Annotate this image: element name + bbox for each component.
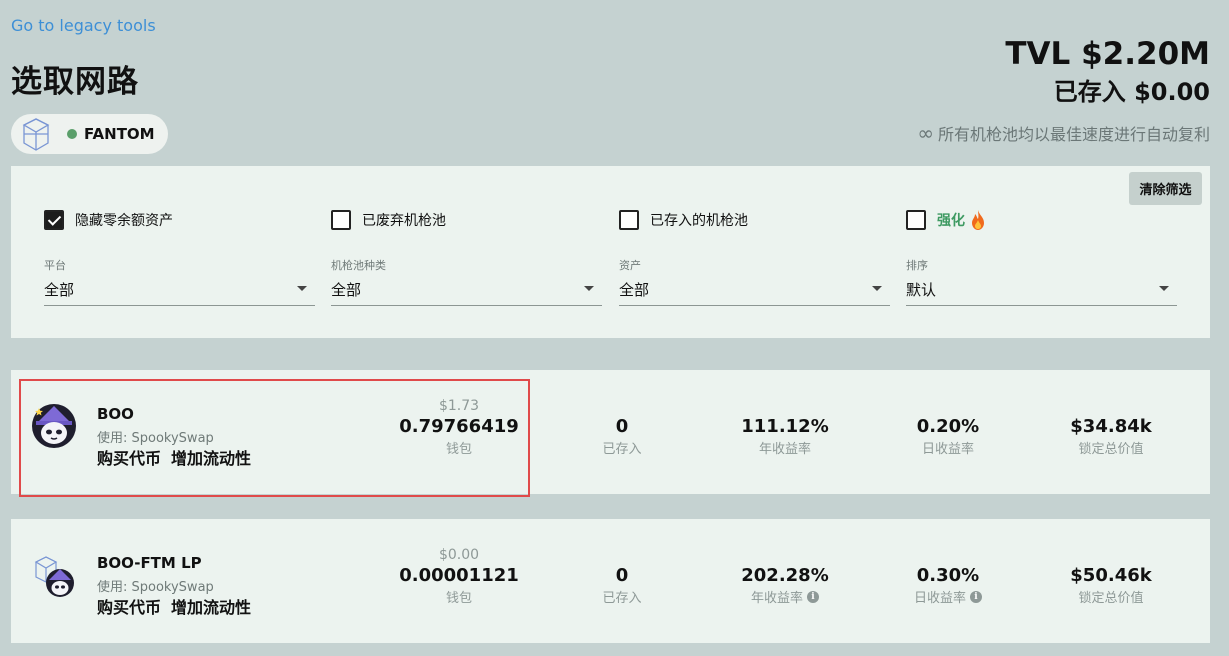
tvl-label: 锁定总价值 [1078, 442, 1144, 457]
deposited-value: 0 [615, 416, 629, 437]
apy-value: 111.12% [741, 416, 829, 437]
vault-card-boo-ftm-lp[interactable]: BOO-FTM LP 使用: SpookySwap 购买代币 增加流动性 $0.… [11, 519, 1210, 643]
fantom-logo-icon [22, 118, 50, 151]
select-value[interactable]: 全部 [619, 279, 649, 300]
daily-label: 日收益率 [921, 442, 974, 457]
buy-token-link[interactable]: 购买代币 [97, 594, 161, 618]
tvl-stat: $50.46k 锁定总价值 [1041, 547, 1181, 606]
checkbox-label: 已存入的机枪池 [650, 213, 748, 229]
chevron-down-icon[interactable] [872, 286, 882, 291]
deposited-stat: 0 已存入 [552, 547, 692, 606]
vault-name: BOO-FTM LP [97, 554, 202, 572]
select-label: 机枪池种类 [331, 259, 386, 272]
network-status-dot [67, 129, 77, 139]
tvl-value: $50.46k [1070, 565, 1152, 586]
checkbox-box[interactable] [619, 210, 639, 230]
infinity-icon: ∞ [917, 121, 934, 145]
info-icon[interactable]: i [807, 590, 819, 603]
page-title: 选取网路 [11, 64, 139, 100]
tvl-total: TVL $2.20M [1005, 36, 1210, 72]
apy-value: 202.28% [741, 565, 829, 586]
daily-label: 日收益率 [913, 591, 966, 606]
checkbox-label: 强化 [937, 213, 965, 229]
daily-stat: 0.20% 日收益率 [878, 398, 1018, 457]
deposited-label: 已存入 [602, 442, 642, 457]
chevron-down-icon[interactable] [1159, 286, 1169, 291]
network-selector[interactable]: FANTOM [11, 114, 168, 154]
select-value[interactable]: 全部 [331, 279, 361, 300]
checkbox-box[interactable] [44, 210, 64, 230]
apy-label: 年收益率 [750, 591, 803, 606]
select-label: 排序 [906, 259, 928, 272]
apy-stat: 202.28% 年收益率 i [715, 547, 855, 606]
deposited-total: 已存入 $0.00 [1053, 78, 1210, 106]
checkbox-boost[interactable]: 强化 [906, 210, 986, 230]
wallet-amount: 0.00001121 [399, 565, 519, 586]
daily-value: 0.20% [916, 416, 980, 437]
checkbox-label: 隐藏零余额资产 [75, 213, 173, 229]
legacy-tools-link[interactable]: Go to legacy tools [11, 16, 156, 35]
fire-icon [972, 210, 984, 230]
add-liquidity-link[interactable]: 增加流动性 [171, 594, 251, 618]
vault-card-boo[interactable]: BOO 使用: SpookySwap 购买代币 增加流动性 $1.73 0.79… [11, 370, 1210, 497]
network-label: FANTOM [84, 125, 155, 143]
boo-ftm-lp-icon [34, 556, 74, 597]
select-asset[interactable]: 资产 全部 [619, 257, 890, 306]
select-platform[interactable]: 平台 全部 [44, 257, 315, 306]
select-label: 平台 [44, 259, 66, 272]
checkbox-deposited-vaults[interactable]: 已存入的机枪池 [619, 210, 748, 230]
checkbox-retired-vaults[interactable]: 已废弃机枪池 [331, 210, 446, 230]
deposited-value: 0 [615, 565, 629, 586]
checkbox-box[interactable] [906, 210, 926, 230]
vault-actions: 购买代币 增加流动性 [97, 594, 251, 618]
clear-filters-button[interactable]: 清除筛选 [1129, 172, 1202, 205]
select-value[interactable]: 默认 [906, 279, 936, 300]
select-vault-type[interactable]: 机枪池种类 全部 [331, 257, 602, 306]
apy-label-row: 年收益率 i [715, 587, 855, 606]
info-icon[interactable]: i [970, 590, 982, 603]
select-value[interactable]: 全部 [44, 279, 74, 300]
autocompound-notice: ∞ 所有机枪池均以最佳速度进行自动复利 [917, 121, 1210, 145]
deposited-label: 已存入 [602, 591, 642, 606]
vault-platform: 使用: SpookySwap [97, 580, 214, 595]
apy-stat: 111.12% 年收益率 [715, 398, 855, 457]
checkbox-label: 已废弃机枪池 [362, 213, 446, 229]
wallet-label: 钱包 [445, 591, 472, 606]
checkbox-hide-zero-balance[interactable]: 隐藏零余额资产 [44, 210, 173, 230]
wallet-stat: $0.00 0.00001121 钱包 [389, 547, 529, 606]
select-label: 资产 [619, 259, 641, 272]
daily-stat: 0.30% 日收益率 i [878, 547, 1018, 606]
tvl-value: $34.84k [1070, 416, 1152, 437]
chevron-down-icon[interactable] [297, 286, 307, 291]
deposited-stat: 0 已存入 [552, 398, 692, 457]
tvl-label: 锁定总价值 [1078, 591, 1144, 606]
wallet-usd: $0.00 [438, 547, 480, 563]
chevron-down-icon[interactable] [584, 286, 594, 291]
select-sort[interactable]: 排序 默认 [906, 257, 1177, 306]
apy-label: 年收益率 [758, 442, 811, 457]
filter-panel: 清除筛选 隐藏零余额资产 已废弃机枪池 已存入的机枪池 强化 平台 全部 机枪池… [11, 166, 1210, 338]
daily-value: 0.30% [916, 565, 980, 586]
checkbox-box[interactable] [331, 210, 351, 230]
autocompound-text: 所有机枪池均以最佳速度进行自动复利 [937, 125, 1210, 144]
tvl-stat: $34.84k 锁定总价值 [1041, 398, 1181, 457]
highlight-box [19, 379, 530, 497]
daily-label-row: 日收益率 i [878, 587, 1018, 606]
